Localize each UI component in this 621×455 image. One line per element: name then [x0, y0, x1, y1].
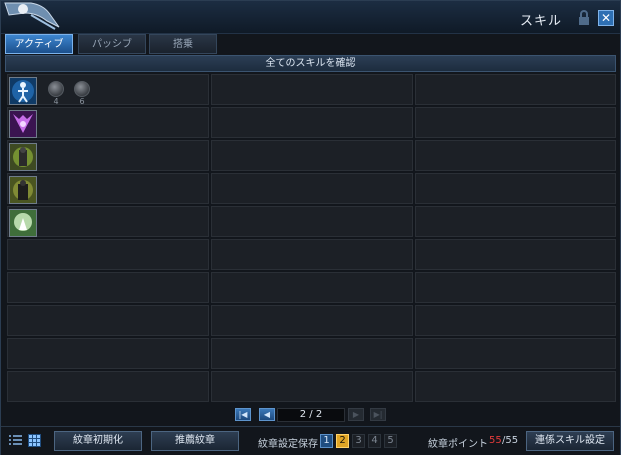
skill-slot[interactable] — [415, 239, 616, 270]
figure-energy-icon[interactable] — [9, 77, 37, 105]
preset-slot-5[interactable]: 5 — [384, 434, 397, 448]
prev-page-icon[interactable]: ◀ — [259, 408, 275, 421]
tab-passive-skills[interactable]: パッシブ — [78, 34, 146, 54]
tab-active-skills[interactable]: アクティブ — [5, 34, 73, 54]
emblem-rune-icon[interactable] — [48, 81, 64, 97]
skill-slot[interactable] — [415, 107, 616, 138]
first-page-icon[interactable]: |◀ — [235, 408, 251, 421]
pager: |◀ ◀ 2 / 2 ▶ ▶| — [1, 406, 620, 423]
window-title: スキル — [519, 14, 562, 29]
skill-slot[interactable]: 46 — [7, 74, 209, 106]
preset-slot-1[interactable]: 1 — [320, 434, 333, 448]
skill-slot[interactable] — [211, 371, 413, 402]
skill-slot[interactable] — [211, 107, 413, 138]
skill-slot[interactable] — [415, 371, 616, 402]
page-indicator: 2 / 2 — [277, 408, 345, 422]
list-view-icon[interactable] — [9, 434, 22, 447]
emblem-points-current: 55 — [489, 435, 502, 446]
skill-slot[interactable] — [7, 206, 209, 237]
skill-slot[interactable] — [7, 305, 209, 336]
skill-slot[interactable] — [7, 140, 209, 171]
skill-slot[interactable] — [415, 140, 616, 171]
close-icon[interactable]: ✕ — [598, 10, 614, 26]
skill-slot[interactable] — [211, 239, 413, 270]
skill-slot[interactable] — [211, 173, 413, 204]
title-bar[interactable]: スキル ✕ — [1, 1, 620, 34]
skill-slot[interactable] — [415, 173, 616, 204]
green-knight-icon[interactable] — [9, 143, 37, 171]
skill-slot[interactable] — [415, 272, 616, 303]
skill-slot[interactable] — [7, 371, 209, 402]
lock-icon[interactable] — [576, 10, 592, 26]
skill-slot[interactable] — [415, 206, 616, 237]
skill-slot[interactable] — [211, 74, 413, 105]
skill-slot[interactable] — [211, 305, 413, 336]
emblem-rune-level: 6 — [79, 97, 85, 106]
skill-slot[interactable] — [7, 173, 209, 204]
next-page-icon[interactable]: ▶ — [348, 408, 364, 421]
save-settings-label: 紋章設定保存 — [258, 439, 318, 450]
dark-armor-icon[interactable] — [9, 176, 37, 204]
emblem-points-label: 紋章ポイント — [428, 439, 488, 450]
footer-bar: 紋章初期化 推薦紋章 紋章設定保存 1 2 3 4 5 紋章ポイント 55 /5… — [1, 426, 620, 455]
combo-skill-settings-button[interactable]: 連係スキル設定 — [526, 431, 614, 451]
purple-shadow-icon[interactable] — [9, 110, 37, 138]
emblem-rune-level: 4 — [53, 97, 59, 106]
skill-slot[interactable] — [7, 338, 209, 369]
last-page-icon[interactable]: ▶| — [370, 408, 386, 421]
grid-view-icon[interactable] — [28, 434, 41, 447]
preset-slot-2[interactable]: 2 — [336, 434, 349, 448]
skill-slot[interactable] — [415, 305, 616, 336]
tab-mount-skills[interactable]: 搭乗 — [149, 34, 217, 54]
preset-slot-4[interactable]: 4 — [368, 434, 381, 448]
skill-slot[interactable] — [211, 140, 413, 171]
skill-slot[interactable] — [7, 239, 209, 270]
skill-slot[interactable] — [211, 206, 413, 237]
skill-window: スキル ✕ アクティブ パッシブ 搭乗 全てのスキルを確認 46 |◀ ◀ 2 … — [0, 0, 621, 455]
skill-slot[interactable] — [415, 74, 616, 105]
skill-slot[interactable] — [7, 107, 209, 138]
preset-slot-3[interactable]: 3 — [352, 434, 365, 448]
skill-slot[interactable] — [415, 338, 616, 369]
white-light-icon[interactable] — [9, 209, 37, 237]
skill-slot[interactable] — [7, 272, 209, 303]
emblem-rune-icon[interactable] — [74, 81, 90, 97]
reset-emblem-button[interactable]: 紋章初期化 — [54, 431, 142, 451]
game-logo-icon — [4, 2, 60, 30]
emblem-points-max: /55 — [502, 435, 519, 446]
skill-slot[interactable] — [211, 338, 413, 369]
view-all-skills-header[interactable]: 全てのスキルを確認 — [5, 55, 616, 72]
recommend-emblem-button[interactable]: 推薦紋章 — [151, 431, 239, 451]
skill-slot[interactable] — [211, 272, 413, 303]
